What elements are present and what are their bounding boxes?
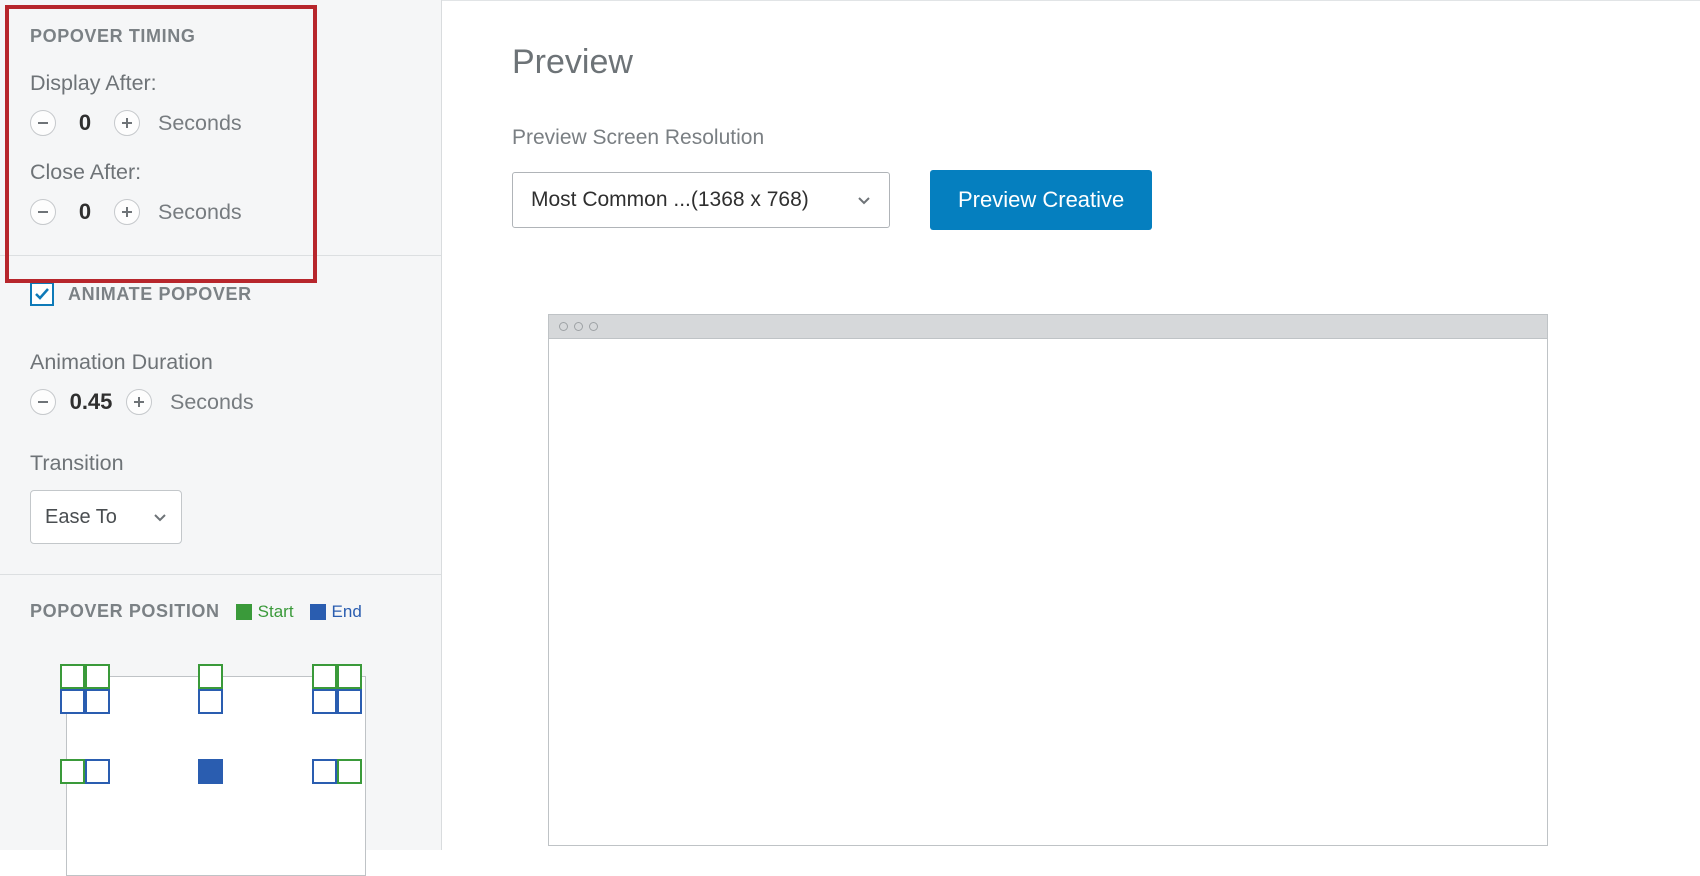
pos-start-top-right-inner[interactable] [312, 664, 337, 689]
pos-end-middle-left-inner[interactable] [85, 759, 110, 784]
main-panel: Preview Preview Screen Resolution Most C… [442, 0, 1700, 850]
popover-timing-section: POPOVER TIMING Display After: 0 Seconds … [0, 0, 441, 256]
preview-window [548, 314, 1548, 846]
popover-position-title: POPOVER POSITION [30, 601, 220, 622]
close-after-increment[interactable] [114, 199, 140, 225]
popover-timing-title: POPOVER TIMING [30, 26, 411, 47]
display-after-unit: Seconds [158, 111, 242, 136]
close-after-value: 0 [66, 199, 104, 225]
transition-label: Transition [30, 451, 411, 476]
page-title: Preview [512, 43, 1630, 82]
close-after-decrement[interactable] [30, 199, 56, 225]
display-after-label: Display After: [30, 71, 411, 96]
chevron-down-icon [857, 193, 871, 207]
pos-start-top-right-outer[interactable] [337, 664, 362, 689]
animate-popover-checkbox[interactable] [30, 282, 54, 306]
pos-end-middle-center-selected[interactable] [198, 759, 223, 784]
legend-start-label: Start [258, 602, 294, 622]
animation-duration-increment[interactable] [126, 389, 152, 415]
pos-end-top-right-inner[interactable] [312, 689, 337, 714]
close-after-unit: Seconds [158, 200, 242, 225]
plus-icon [122, 207, 132, 217]
chevron-down-icon [153, 510, 167, 524]
animation-duration-value: 0.45 [66, 389, 116, 415]
pos-start-middle-right-outer[interactable] [337, 759, 362, 784]
pos-start-top-left-outer[interactable] [60, 664, 85, 689]
pos-end-middle-right-inner[interactable] [312, 759, 337, 784]
pos-end-top-right-outer[interactable] [337, 689, 362, 714]
animation-duration-decrement[interactable] [30, 389, 56, 415]
window-dot-icon [559, 322, 568, 331]
minus-icon [38, 122, 48, 124]
display-after-increment[interactable] [114, 110, 140, 136]
settings-sidebar: POPOVER TIMING Display After: 0 Seconds … [0, 0, 442, 850]
legend-end: End [310, 602, 362, 622]
resolution-select[interactable]: Most Common ...(1368 x 768) [512, 172, 890, 228]
preview-titlebar [549, 315, 1547, 339]
pos-end-top-left-inner[interactable] [85, 689, 110, 714]
square-filled-icon [236, 604, 252, 620]
plus-icon [122, 118, 132, 128]
transition-selected-value: Ease To [45, 506, 117, 529]
plus-icon [134, 397, 144, 407]
pos-end-top-left-outer[interactable] [60, 689, 85, 714]
close-after-label: Close After: [30, 160, 411, 185]
window-dot-icon [589, 322, 598, 331]
legend-start: Start [236, 602, 294, 622]
animation-duration-unit: Seconds [170, 390, 254, 415]
minus-icon [38, 401, 48, 403]
pos-start-top-center[interactable] [198, 664, 223, 689]
popover-position-section: POPOVER POSITION Start End [0, 575, 441, 824]
animation-duration-label: Animation Duration [30, 350, 411, 375]
display-after-decrement[interactable] [30, 110, 56, 136]
minus-icon [38, 211, 48, 213]
pos-start-middle-left-outer[interactable] [60, 759, 85, 784]
preview-creative-button[interactable]: Preview Creative [930, 170, 1152, 230]
legend-end-label: End [332, 602, 362, 622]
pos-start-top-left-inner[interactable] [85, 664, 110, 689]
resolution-selected-value: Most Common ...(1368 x 768) [531, 188, 809, 212]
pos-end-top-center[interactable] [198, 689, 223, 714]
close-after-stepper: 0 Seconds [30, 199, 411, 225]
transition-select[interactable]: Ease To [30, 490, 182, 544]
animate-popover-title: ANIMATE POPOVER [68, 284, 252, 305]
animate-popover-section: ANIMATE POPOVER Animation Duration 0.45 … [0, 256, 441, 575]
position-grid [30, 664, 360, 794]
checkmark-icon [34, 286, 50, 302]
animation-duration-stepper: 0.45 Seconds [30, 389, 411, 415]
square-filled-icon [310, 604, 326, 620]
display-after-stepper: 0 Seconds [30, 110, 411, 136]
window-dot-icon [574, 322, 583, 331]
resolution-label: Preview Screen Resolution [512, 126, 1630, 150]
display-after-value: 0 [66, 110, 104, 136]
